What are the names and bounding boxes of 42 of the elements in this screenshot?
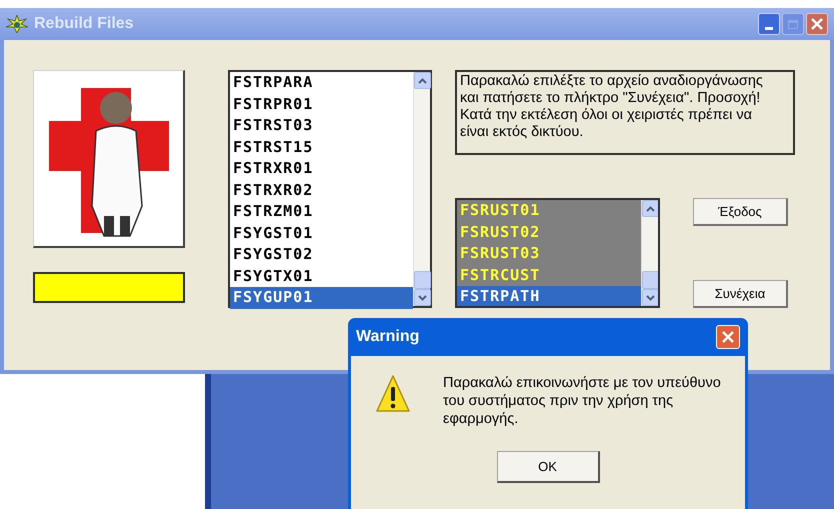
list-item[interactable]: FSRUST01 — [457, 200, 641, 222]
dialog-button[interactable]: Συνέχεια — [693, 280, 788, 308]
list-item[interactable]: FSTRPR01 — [230, 94, 413, 115]
list-item[interactable]: FSTRST03 — [230, 115, 413, 136]
list-item[interactable]: FSTRPATH — [457, 286, 641, 306]
list-item[interactable]: FSTRPARA — [230, 72, 413, 94]
list-item[interactable]: FSYGUP01 — [230, 287, 413, 308]
close-button[interactable] — [806, 13, 828, 35]
list-item[interactable]: FSTRXR02 — [230, 180, 413, 201]
list-item[interactable]: FSRUST02 — [457, 222, 641, 243]
scroll-down-button[interactable] — [642, 289, 658, 306]
close-button[interactable] — [716, 325, 740, 349]
list-item[interactable]: FSTRXR01 — [230, 158, 413, 180]
file-list[interactable]: FSTRPARA FSTRPR01 FSTRST03 FSTRST15 FSTRXR01 FSTRXR02 FSTRZM01 FSYGST01 FSYGST02 FSYGTX01 FSYGUP01 — [228, 70, 432, 308]
list-item[interactable]: FSTRZM01 — [230, 201, 413, 222]
dialog-title: Warning — [356, 327, 420, 347]
scrollbar-thumb[interactable] — [642, 271, 658, 289]
scrollbar-thumb[interactable] — [414, 271, 431, 289]
chevron-down-icon — [646, 294, 655, 300]
list-item[interactable]: FSYGTX01 — [230, 266, 413, 287]
close-icon — [811, 18, 823, 30]
scroll-up-button[interactable] — [414, 72, 431, 89]
selected-file-list[interactable]: FSRUST01 FSRUST02 FSRUST03 FSTRCUST FSTRPATH — [455, 198, 660, 308]
chevron-down-icon — [418, 294, 427, 300]
dialog-button[interactable]: Έξοδος — [693, 198, 788, 226]
list-item[interactable]: FSYGST01 — [230, 222, 413, 244]
list-item[interactable]: FSRUST03 — [457, 243, 641, 264]
warning-message: Παρακαλώ επικοινωνήστε με τον υπεύθυνο του συστήματος πριν την χρήση της εφαρμογής. — [443, 374, 722, 428]
window-title: Rebuild Files — [34, 14, 134, 34]
instructions-text: Παρακαλώ επιλέξτε το αρχείο αναδιοργάνωσης και πατήσετε το πλήκτρο "Συνέχεια". Προσοχή! Κατά την εκτέλεση όλοι οι χειριστές πρέπει να είναι εκτός δικτύου. — [455, 70, 795, 155]
scroll-up-button[interactable] — [642, 200, 658, 217]
chevron-up-icon — [646, 206, 655, 212]
close-icon — [722, 331, 734, 343]
chevron-up-icon — [418, 78, 427, 84]
list-item[interactable]: FSTRST15 — [230, 136, 413, 158]
scroll-down-button[interactable] — [414, 289, 431, 306]
minimize-button[interactable] — [758, 13, 780, 35]
warning-icon — [376, 374, 410, 414]
star-icon — [6, 15, 28, 33]
list-item[interactable]: FSYGST02 — [230, 244, 413, 266]
list-item[interactable]: FSTRCUST — [457, 264, 641, 286]
ok-button[interactable]: OK — [496, 451, 600, 483]
